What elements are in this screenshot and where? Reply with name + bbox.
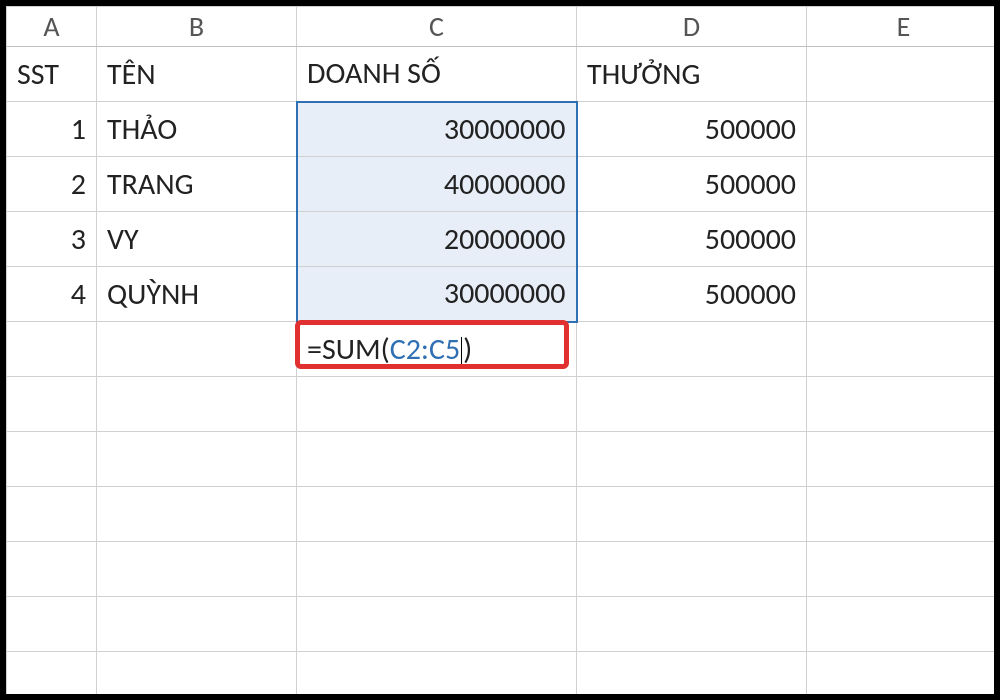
cell-B9[interactable] [97, 487, 297, 542]
cell-B4[interactable]: VY [97, 212, 297, 267]
cell-B6[interactable] [97, 322, 297, 377]
table-row [7, 652, 1000, 700]
cell-D8[interactable] [577, 432, 807, 487]
cell-B8[interactable] [97, 432, 297, 487]
cell-E4[interactable] [807, 212, 1000, 267]
spreadsheet-frame: A B C D E SST TÊN DOANH SỐ THƯỞNG 1 THẢO… [0, 0, 1000, 700]
formula-suffix: ) [463, 331, 472, 368]
table-row: =SUM(C2:C5) [7, 322, 1000, 377]
table-row [7, 597, 1000, 652]
cell-C7[interactable] [297, 377, 577, 432]
cell-D11[interactable] [577, 597, 807, 652]
cell-A11[interactable] [7, 597, 97, 652]
table-row: 1 THẢO 30000000 500000 [7, 102, 1000, 157]
col-header-D[interactable]: D [577, 7, 807, 47]
cell-A8[interactable] [7, 432, 97, 487]
cell-E9[interactable] [807, 487, 1000, 542]
column-header-row: A B C D E [7, 7, 1000, 47]
cell-C5[interactable]: 30000000 [297, 267, 577, 322]
cell-B12[interactable] [97, 652, 297, 700]
cell-C4[interactable]: 20000000 [297, 212, 577, 267]
cell-E5[interactable] [807, 267, 1000, 322]
cell-A10[interactable] [7, 542, 97, 597]
cell-A4[interactable]: 3 [7, 212, 97, 267]
cell-E2[interactable] [807, 102, 1000, 157]
cell-A7[interactable] [7, 377, 97, 432]
cell-A1[interactable]: SST [7, 47, 97, 102]
col-header-B[interactable]: B [97, 7, 297, 47]
cell-C11[interactable] [297, 597, 577, 652]
cell-C9[interactable] [297, 487, 577, 542]
table-row [7, 432, 1000, 487]
cell-D1[interactable]: THƯỞNG [577, 47, 807, 102]
cell-E12[interactable] [807, 652, 1000, 700]
table-row: 3 VY 20000000 500000 [7, 212, 1000, 267]
cell-D5[interactable]: 500000 [577, 267, 807, 322]
cell-E7[interactable] [807, 377, 1000, 432]
cell-A2[interactable]: 1 [7, 102, 97, 157]
cell-D4[interactable]: 500000 [577, 212, 807, 267]
cell-D10[interactable] [577, 542, 807, 597]
cell-D12[interactable] [577, 652, 807, 700]
cell-D9[interactable] [577, 487, 807, 542]
cell-D2[interactable]: 500000 [577, 102, 807, 157]
cell-D3[interactable]: 500000 [577, 157, 807, 212]
cell-C2[interactable]: 30000000 [297, 102, 577, 157]
cell-A5[interactable]: 4 [7, 267, 97, 322]
col-header-A[interactable]: A [7, 7, 97, 47]
cell-A6[interactable] [7, 322, 97, 377]
table-row [7, 377, 1000, 432]
table-row [7, 542, 1000, 597]
cell-E1[interactable] [807, 47, 1000, 102]
cell-E3[interactable] [807, 157, 1000, 212]
cell-B3[interactable]: TRANG [97, 157, 297, 212]
cell-B1[interactable]: TÊN [97, 47, 297, 102]
table-row: 4 QUỲNH 30000000 500000 [7, 267, 1000, 322]
table-row: 2 TRANG 40000000 500000 [7, 157, 1000, 212]
cell-B2[interactable]: THẢO [97, 102, 297, 157]
cell-B10[interactable] [97, 542, 297, 597]
cell-E11[interactable] [807, 597, 1000, 652]
cell-D7[interactable] [577, 377, 807, 432]
col-header-C[interactable]: C [297, 7, 577, 47]
cell-A9[interactable] [7, 487, 97, 542]
cell-E6[interactable] [807, 322, 1000, 377]
cell-E8[interactable] [807, 432, 1000, 487]
col-header-E[interactable]: E [807, 7, 1000, 47]
cell-C12[interactable] [297, 652, 577, 700]
cell-C6-formula[interactable]: =SUM(C2:C5) [297, 322, 577, 377]
cell-C3[interactable]: 40000000 [297, 157, 577, 212]
cell-C8[interactable] [297, 432, 577, 487]
cell-B5[interactable]: QUỲNH [97, 267, 297, 322]
table-row: SST TÊN DOANH SỐ THƯỞNG [7, 47, 1000, 102]
spreadsheet-grid[interactable]: A B C D E SST TÊN DOANH SỐ THƯỞNG 1 THẢO… [6, 6, 1000, 700]
cell-C10[interactable] [297, 542, 577, 597]
formula-prefix: =SUM( [307, 331, 390, 368]
formula-range: C2:C5 [390, 331, 460, 368]
table-row [7, 487, 1000, 542]
cell-C1[interactable]: DOANH SỐ [297, 47, 577, 102]
cell-B11[interactable] [97, 597, 297, 652]
cell-A3[interactable]: 2 [7, 157, 97, 212]
cell-A12[interactable] [7, 652, 97, 700]
cell-D6[interactable] [577, 322, 807, 377]
cell-E10[interactable] [807, 542, 1000, 597]
cell-B7[interactable] [97, 377, 297, 432]
